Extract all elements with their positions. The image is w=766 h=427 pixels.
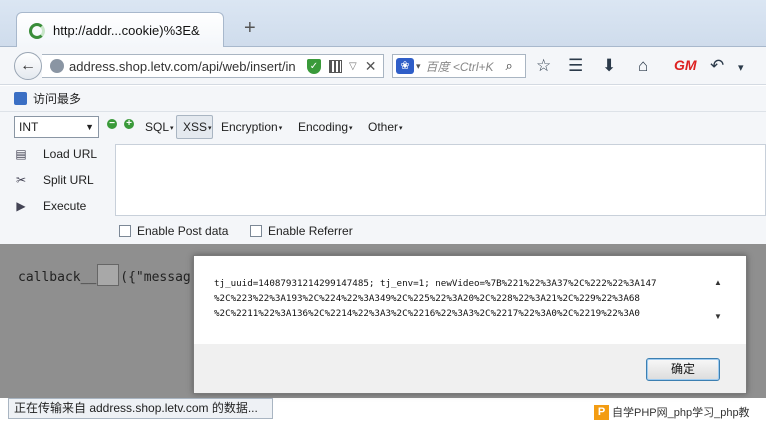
scroll-down-icon[interactable]: ▼ <box>714 312 722 321</box>
navigation-toolbar: ← address.shop.letv.com/api/web/insert/i… <box>0 47 766 85</box>
broken-image-icon <box>97 264 120 286</box>
enable-referrer-label: Enable Referrer <box>268 224 353 238</box>
reading-list-icon[interactable]: ☰ <box>568 57 583 75</box>
url-text[interactable]: address.shop.letv.com/api/web/insert/in <box>69 59 301 74</box>
undo-icon[interactable]: ↶ <box>710 57 724 75</box>
select-arrow-icon: ▼ <box>85 122 94 132</box>
alert-scrollbar[interactable]: ▲ ▼ <box>710 274 727 324</box>
alert-message: tj_uuid=14087931214299147485; tj_env=1; … <box>214 276 704 321</box>
tab-title: http://addr...cookie)%3E& <box>53 23 200 38</box>
menu-dropdown-icon[interactable]: ▾ <box>738 59 744 77</box>
home-icon[interactable]: ⌂ <box>638 57 648 75</box>
tab-strip: http://addr...cookie)%3E& + <box>0 0 766 48</box>
xss-menu[interactable]: XSS▾ <box>183 120 212 134</box>
checkbox-box[interactable] <box>250 225 262 237</box>
load-url-button[interactable]: ▤ Load URL <box>12 147 97 161</box>
dropdown-icon: ▾ <box>208 124 212 132</box>
most-visited-bookmark[interactable]: 访问最多 <box>33 90 81 107</box>
load-url-label: Load URL <box>43 147 98 161</box>
enable-post-data-label: Enable Post data <box>137 224 229 238</box>
status-bar: 正在传输来自 address.shop.letv.com 的数据... <box>8 398 273 419</box>
php-logo-icon: P <box>594 404 609 420</box>
sql-menu[interactable]: SQL▾ <box>145 120 174 134</box>
increase-icon[interactable]: + <box>124 119 134 129</box>
history-dropdown-icon[interactable]: ▽ <box>349 61 357 72</box>
watermark-text: 自学PHP网_php学习_php教 <box>612 407 750 419</box>
enable-referrer-checkbox[interactable]: Enable Referrer <box>250 224 353 238</box>
int-select[interactable]: INT ▼ <box>14 116 99 138</box>
enable-post-data-checkbox[interactable]: Enable Post data <box>119 224 228 238</box>
alert-message-area: tj_uuid=14087931214299147485; tj_env=1; … <box>194 256 746 344</box>
url-textarea[interactable] <box>115 144 766 216</box>
search-bar[interactable]: ❀ ▾ 百度 <Ctrl+K ⌕ <box>392 54 526 78</box>
loading-icon <box>29 22 45 39</box>
dropdown-icon: ▾ <box>399 124 403 132</box>
hackbar-body: ▤ Load URL ✂ Split URL ▶ Execute Enable … <box>0 142 766 244</box>
browser-tab[interactable]: http://addr...cookie)%3E& <box>16 12 224 48</box>
scissors-icon: ✂ <box>15 173 27 187</box>
alert-line: %2C%223%22%3A193%2C%224%22%3A349%2C%225%… <box>214 293 640 304</box>
load-url-icon: ▤ <box>15 147 27 161</box>
other-menu[interactable]: Other▾ <box>368 120 403 134</box>
message-text: ({"messag <box>120 270 191 285</box>
qr-code-icon[interactable] <box>329 59 342 73</box>
encoding-menu-label: Encoding <box>298 120 349 134</box>
stop-icon[interactable]: ✕ <box>365 58 377 75</box>
hackbar-toolbar: INT ▼ − + SQL▾ XSS▾ Encryption▾ Encoding… <box>0 112 766 142</box>
ok-button[interactable]: 确定 <box>646 358 720 381</box>
bookmark-star-icon[interactable]: ☆ <box>536 57 551 75</box>
encoding-menu[interactable]: Encoding▾ <box>298 120 353 134</box>
response-text: callback__ ({"messag <box>18 264 191 286</box>
dropdown-icon: ▾ <box>170 124 174 132</box>
new-tab-button[interactable]: + <box>244 18 256 38</box>
bookmarks-toolbar: 访问最多 <box>0 86 766 112</box>
split-url-label: Split URL <box>43 173 94 187</box>
dropdown-icon: ▾ <box>278 124 283 132</box>
other-menu-label: Other <box>368 120 399 134</box>
search-icon[interactable]: ⌕ <box>506 58 513 74</box>
execute-button[interactable]: ▶ Execute <box>12 199 86 213</box>
url-bar[interactable]: address.shop.letv.com/api/web/insert/in … <box>42 54 384 78</box>
watermark: P 自学PHP网_php学习_php教 <box>594 402 766 422</box>
xss-menu-label: XSS <box>183 120 208 134</box>
download-icon[interactable]: ⬇ <box>602 57 616 75</box>
execute-label: Execute <box>43 199 87 213</box>
back-arrow-icon: ← <box>20 57 36 74</box>
alert-line: %2C%2211%22%3A136%2C%2214%22%3A3%2C%2216… <box>214 308 640 319</box>
encryption-menu-label: Encryption <box>221 120 278 134</box>
globe-icon <box>50 59 64 73</box>
encryption-menu[interactable]: Encryption▾ <box>221 120 282 134</box>
int-select-value: INT <box>19 120 39 134</box>
alert-line: tj_uuid=14087931214299147485; tj_env=1; … <box>214 278 657 289</box>
dropdown-icon: ▾ <box>349 124 353 132</box>
search-engine-dropdown-icon[interactable]: ▾ <box>416 61 421 72</box>
alert-dialog: tj_uuid=14087931214299147485; tj_env=1; … <box>193 255 747 394</box>
search-placeholder[interactable]: 百度 <Ctrl+K <box>426 58 504 75</box>
decrease-icon[interactable]: − <box>107 119 117 129</box>
play-icon: ▶ <box>16 199 26 213</box>
sql-menu-label: SQL <box>145 120 170 134</box>
greasemonkey-icon[interactable]: GM <box>674 57 697 73</box>
most-visited-icon <box>14 92 27 105</box>
shield-icon[interactable]: ✓ <box>307 58 321 74</box>
back-button[interactable]: ← <box>14 52 42 80</box>
callback-text: callback__ <box>18 270 97 285</box>
split-url-button[interactable]: ✂ Split URL <box>12 173 94 187</box>
checkbox-box[interactable] <box>119 225 131 237</box>
baidu-paw-icon[interactable]: ❀ <box>396 58 414 74</box>
scroll-up-icon[interactable]: ▲ <box>714 278 722 287</box>
